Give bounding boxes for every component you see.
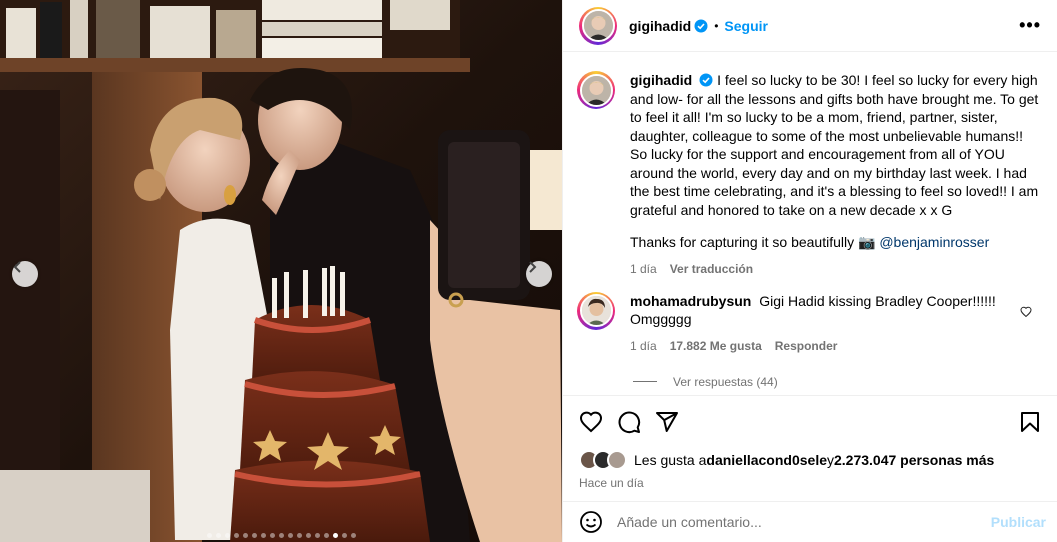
replies-divider (633, 381, 657, 382)
heart-icon (579, 411, 603, 433)
share-icon (656, 412, 678, 432)
comment-age[interactable]: 1 día (630, 339, 657, 353)
comment-text-block: mohamadrubysun Gigi Hadid kissing Bradle… (630, 292, 1042, 329)
carousel-next-button[interactable] (526, 261, 552, 287)
commenter-username[interactable]: mohamadrubysun (630, 293, 751, 309)
chevron-left-icon (13, 261, 21, 273)
post-header: gigihadid • Seguir ••• (563, 0, 1057, 52)
like-button[interactable] (579, 410, 603, 434)
post-side-panel: gigihadid • Seguir ••• gigihadid I feel … (562, 0, 1057, 542)
avatar-image (579, 294, 613, 327)
likes-summary: Les gusta a daniellacond0sele y 2.273.04… (579, 450, 1042, 470)
caption-text-block: gigihadid I feel so lucky to be 30! I fe… (630, 71, 1042, 219)
carousel-dot (287, 533, 293, 538)
view-replies-button[interactable]: Ver respuestas (44) (633, 375, 1042, 389)
author-username[interactable]: gigihadid (629, 18, 691, 34)
carousel-dot (224, 533, 230, 538)
view-replies-label: Ver respuestas (44) (673, 374, 778, 389)
share-button[interactable] (655, 410, 679, 434)
post-timestamp[interactable]: Hace un día (579, 476, 1042, 490)
publish-button[interactable]: Publicar (991, 514, 1046, 530)
separator-dot: • (714, 18, 719, 33)
caption-row: gigihadid I feel so lucky to be 30! I fe… (577, 71, 1042, 276)
liker-avatars (579, 450, 627, 470)
verified-badge-icon (699, 73, 713, 87)
carousel-dot (251, 533, 257, 538)
carousel-dot (278, 533, 284, 538)
post-actions: Les gusta a daniellacond0sele y 2.273.04… (563, 395, 1057, 490)
caption-credit: Thanks for capturing it so beautifully 📷… (630, 233, 1042, 252)
credit-text: Thanks for capturing it so beautifully 📷 (630, 234, 880, 250)
carousel-dot (215, 533, 221, 538)
mention-link[interactable]: @benjaminrosser (879, 234, 989, 250)
caption-text: I feel so lucky to be 30! I feel so luck… (630, 72, 1039, 218)
reply-button[interactable]: Responder (775, 339, 838, 353)
carousel-dot (269, 533, 275, 538)
translate-button[interactable]: Ver traducción (670, 262, 753, 276)
instagram-post-modal: gigihadid • Seguir ••• gigihadid I feel … (0, 0, 1057, 542)
carousel-dot (242, 533, 248, 538)
chevron-right-icon (529, 261, 537, 273)
carousel-dot (296, 533, 302, 538)
likes-count[interactable]: 2.273.047 personas más (834, 452, 994, 468)
author-avatar[interactable] (579, 6, 617, 45)
caption-author-avatar[interactable] (577, 71, 615, 109)
comment-icon (618, 411, 641, 434)
emoji-icon[interactable] (579, 510, 603, 534)
comment-input[interactable]: Añade un comentario... (617, 514, 762, 530)
save-button[interactable] (1018, 410, 1042, 434)
caption-age[interactable]: 1 día (630, 262, 657, 276)
carousel-dot (305, 533, 311, 538)
carousel-dot (260, 533, 266, 538)
carousel-dot (314, 533, 320, 538)
comment-like-heart-icon[interactable] (1020, 306, 1032, 318)
more-options-icon[interactable]: ••• (1019, 15, 1041, 36)
comment-meta: 1 día 17.882 Me gusta Responder (630, 339, 1042, 353)
carousel-dot (206, 533, 212, 538)
carousel-prev-button[interactable] (12, 261, 38, 287)
post-photo (0, 0, 562, 542)
carousel-dot (233, 533, 239, 538)
carousel-dot (332, 533, 338, 538)
likes-prefix: Les gusta a (634, 452, 707, 468)
comment-likes-count[interactable]: 17.882 Me gusta (670, 339, 762, 353)
add-comment-bar: Añade un comentario... Publicar (563, 501, 1057, 542)
comment-row: mohamadrubysun Gigi Hadid kissing Bradle… (577, 291, 1042, 353)
avatar-image (579, 73, 613, 107)
carousel-indicator (0, 533, 562, 538)
carousel-dot (350, 533, 356, 538)
follow-button[interactable]: Seguir (724, 18, 768, 34)
liker-username[interactable]: daniellacond0sele (706, 452, 827, 468)
caption-username[interactable]: gigihadid (630, 72, 692, 88)
avatar-image (581, 9, 615, 42)
verified-badge-icon (694, 19, 708, 32)
caption-meta: 1 día Ver traducción (630, 262, 1042, 276)
commenter-avatar[interactable] (577, 291, 615, 330)
comment-button[interactable] (617, 410, 641, 434)
bookmark-icon (1021, 412, 1039, 432)
photo-illustration (0, 0, 562, 542)
liker-avatar[interactable] (607, 450, 627, 470)
carousel-dot (323, 533, 329, 538)
comments-list: gigihadid I feel so lucky to be 30! I fe… (563, 53, 1057, 395)
carousel-dot (341, 533, 347, 538)
likes-middle: y (827, 452, 834, 468)
